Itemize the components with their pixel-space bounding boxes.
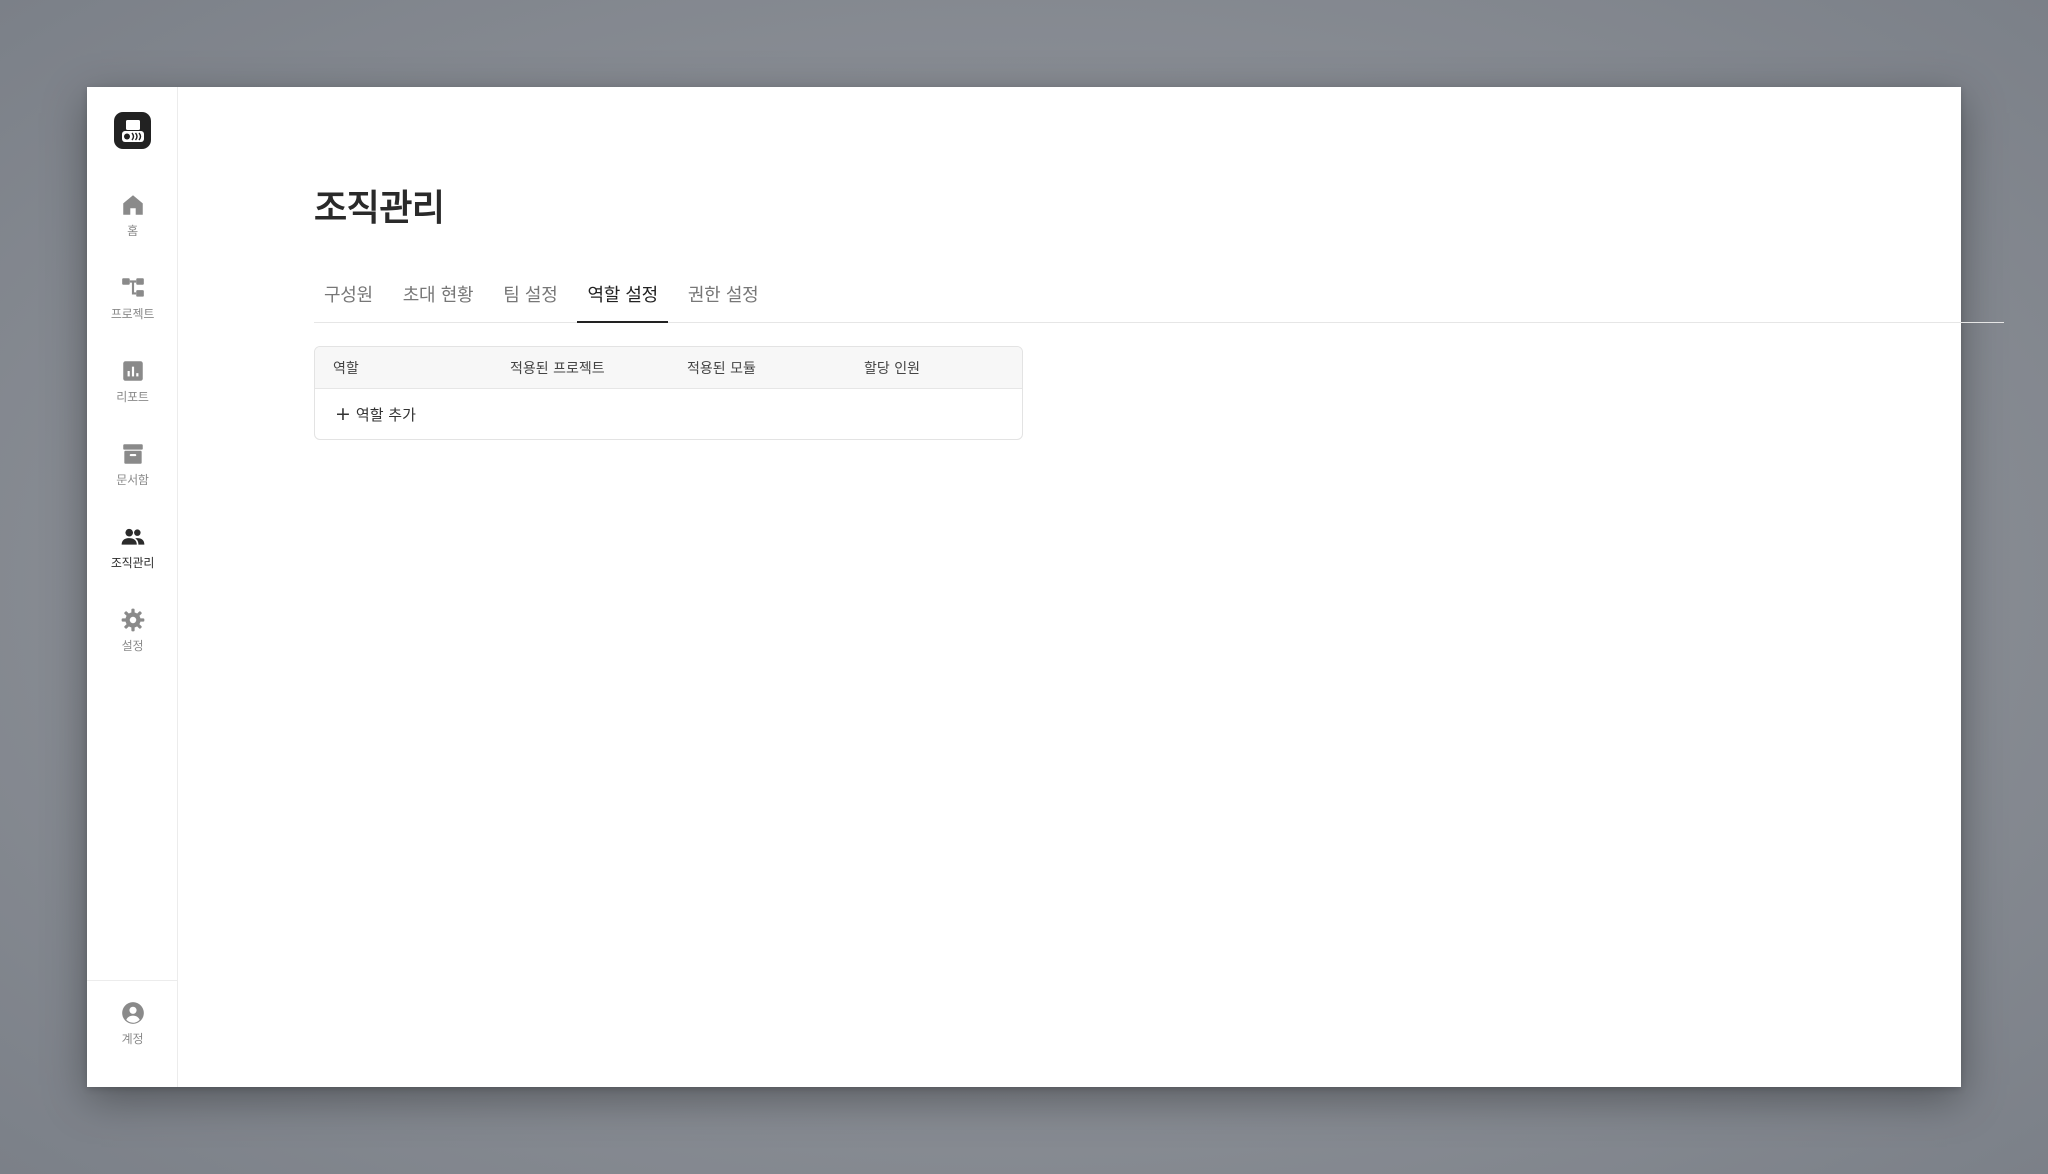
project-tree-icon [121,278,144,297]
sidebar-item-organization[interactable]: 조직관리 [87,524,178,586]
logo-icon [121,119,144,142]
archive-box-icon [122,444,143,464]
column-header-assigned[interactable]: 할당 인원 [846,358,1022,378]
gear-icon [121,608,144,632]
sidebar-item-home[interactable]: 홈 [87,192,178,254]
report-chart-icon [122,361,143,381]
main-content: 조직관리 구성원 초대 현황 팀 설정 역할 설정 권한 설정 역할 적용된 프… [178,87,2004,1087]
sidebar-item-account[interactable]: 계정 [87,1000,178,1062]
sidebar-item-project[interactable]: 프로젝트 [87,275,178,337]
column-header-modules[interactable]: 적용된 모듈 [669,358,846,378]
tab-bar: 구성원 초대 현황 팀 설정 역할 설정 권한 설정 [314,277,2004,323]
tab-team-settings[interactable]: 팀 설정 [493,277,567,323]
sidebar-item-archive[interactable]: 문서함 [87,441,178,503]
add-role-button[interactable]: + 역할 추가 [315,389,1022,439]
table-header: 역할 적용된 프로젝트 적용된 모듈 할당 인원 [315,347,1022,389]
sidebar-item-label: 리포트 [116,390,149,404]
sidebar-item-label: 홈 [127,224,138,238]
account-circle-icon [121,1002,144,1024]
sidebar-item-label: 설정 [121,639,144,653]
tab-role-settings[interactable]: 역할 설정 [577,277,668,323]
column-header-projects[interactable]: 적용된 프로젝트 [492,358,669,378]
sidebar: 홈 프로젝트 리포트 문서함 조직관리 설정 계정 [87,87,178,1087]
app-window: 홈 프로젝트 리포트 문서함 조직관리 설정 계정 조직관리 구성원 초대 현황… [87,87,2004,1087]
plus-icon: + [335,402,351,425]
sidebar-item-label: 계정 [121,1032,144,1046]
sidebar-item-label: 문서함 [116,473,149,487]
tab-members[interactable]: 구성원 [314,277,383,323]
tab-permission-settings[interactable]: 권한 설정 [678,277,768,323]
sidebar-footer: 계정 [87,980,178,1087]
roles-table: 역할 적용된 프로젝트 적용된 모듈 할당 인원 + 역할 추가 [314,346,1023,440]
tab-invitations[interactable]: 초대 현황 [393,277,483,323]
sidebar-item-settings[interactable]: 설정 [87,607,178,669]
home-icon [122,195,143,215]
people-group-icon [121,528,144,545]
sidebar-item-label: 조직관리 [110,556,155,570]
app-logo[interactable] [114,112,151,149]
page-title: 조직관리 [314,188,445,229]
sidebar-item-report[interactable]: 리포트 [87,358,178,420]
add-role-label: 역할 추가 [355,405,416,424]
sidebar-item-label: 프로젝트 [110,307,155,321]
column-header-role[interactable]: 역할 [315,358,492,378]
